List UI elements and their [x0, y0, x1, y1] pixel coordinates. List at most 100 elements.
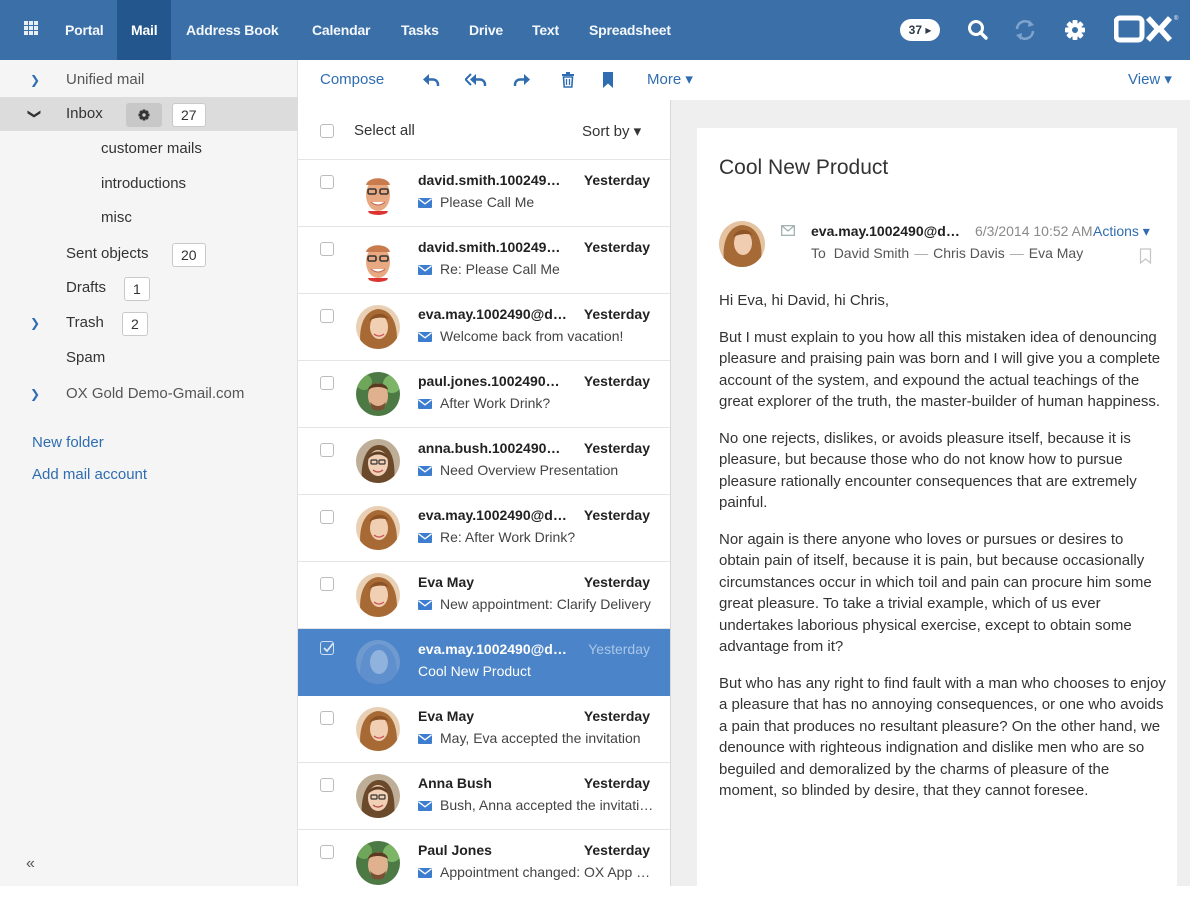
folder-label: Drafts — [66, 279, 107, 296]
svg-text:®: ® — [1174, 15, 1179, 22]
tab-drive[interactable]: Drive — [469, 0, 503, 60]
mail-sender: Paul Jones — [418, 842, 492, 858]
mail-date: Yesterday — [583, 306, 650, 322]
mail-date: Yesterday — [583, 507, 650, 523]
envelope-outline-icon — [781, 225, 795, 236]
chevron-right-icon[interactable]: ❯ — [30, 63, 40, 97]
mail-subject-line: May, Eva accepted the invitation — [418, 730, 654, 746]
row-checkbox[interactable] — [320, 641, 334, 655]
folder-drafts[interactable]: Drafts 1 — [0, 271, 298, 305]
tab-text[interactable]: Text — [532, 0, 559, 60]
mail-subject: After Work Drink? — [440, 395, 551, 411]
row-checkbox[interactable] — [320, 443, 334, 457]
envelope-icon — [418, 399, 432, 409]
folder-spam[interactable]: Spam — [0, 341, 298, 375]
tab-spreadsheet[interactable]: Spreadsheet — [589, 0, 671, 60]
row-checkbox[interactable] — [320, 309, 334, 323]
actions-dropdown[interactable]: Actions ▾ — [1093, 223, 1150, 240]
mail-list-item[interactable]: Anna Bush Yesterday Bush, Anna accepted th… — [298, 763, 670, 830]
chevron-right-icon[interactable]: ❯ — [30, 377, 40, 411]
notification-badge[interactable]: 37 ▸ — [900, 19, 940, 41]
mail-list-item[interactable]: paul.jones.1002490@demo.ox.io Yesterday Af… — [298, 361, 670, 428]
folder-trash[interactable]: ❯ Trash 2 — [0, 306, 298, 340]
mail-sender: Anna Bush — [418, 775, 492, 791]
new-folder-link[interactable]: New folder — [32, 434, 104, 451]
mail-detail-area: Cool New Product eva.may.1002490@demo.ox… — [671, 100, 1190, 908]
mail-list-item[interactable]: Eva May Yesterday May, Eva accepted the in… — [298, 696, 670, 763]
chevron-down-icon[interactable]: ❯ — [17, 109, 51, 120]
mail-list-item[interactable]: Eva May Yesterday New appointment: Clarify… — [298, 562, 670, 629]
mail-date: Yesterday — [583, 775, 650, 791]
row-checkbox[interactable] — [320, 577, 334, 591]
ox-logo: ® — [1114, 15, 1179, 43]
mail-date: Yesterday — [588, 641, 650, 657]
add-mail-account-link[interactable]: Add mail account — [32, 466, 147, 483]
bookmark-flag-icon[interactable] — [601, 71, 615, 89]
mail-subject-line: Appointment changed: OX App Suite — [418, 864, 654, 880]
recipient[interactable]: Eva May — [1029, 245, 1083, 261]
to-label: To — [811, 245, 826, 261]
tab-portal[interactable]: Portal — [65, 0, 104, 60]
folder-label: introductions — [101, 175, 187, 192]
row-checkbox[interactable] — [320, 845, 334, 859]
delete-trash-icon[interactable] — [560, 71, 576, 89]
collapse-sidebar-button[interactable]: « — [26, 855, 35, 873]
mail-subject: Need Overview Presentation — [440, 462, 619, 478]
reply-icon[interactable] — [422, 71, 440, 89]
more-actions-dropdown[interactable]: More ▾ — [647, 60, 693, 100]
select-all-checkbox[interactable] — [320, 124, 334, 138]
view-options-dropdown[interactable]: View ▾ — [1128, 60, 1172, 100]
folder-customer-mails[interactable]: customer mails — [0, 132, 298, 166]
envelope-icon — [418, 198, 432, 208]
mail-list-item[interactable]: david.smith.1002490@demo.ox.io Yesterday R… — [298, 227, 670, 294]
forward-icon[interactable] — [513, 71, 531, 89]
sender-address[interactable]: eva.may.1002490@demo.ox.io — [811, 223, 961, 239]
row-checkbox[interactable] — [320, 711, 334, 725]
folder-gmail-account[interactable]: ❯ OX Gold Demo-Gmail.com — [0, 377, 298, 411]
mail-list-item[interactable]: anna.bush.1002490@demo.ox.io Yesterday Nee… — [298, 428, 670, 495]
chevron-right-icon[interactable]: ❯ — [30, 306, 40, 340]
select-all-label[interactable]: Select all — [354, 122, 415, 139]
row-checkbox[interactable] — [320, 778, 334, 792]
recipient[interactable]: Chris Davis — [933, 245, 1005, 261]
tab-mail[interactable]: Mail — [117, 0, 172, 60]
refresh-icon[interactable] — [1012, 16, 1038, 44]
mail-list-item[interactable]: Paul Jones Yesterday Appointment changed: … — [298, 830, 670, 886]
mail-list-item[interactable]: eva.may.1002490@demo.ox.io Yesterday Re: A… — [298, 495, 670, 562]
mail-date: Yesterday — [583, 708, 650, 724]
row-checkbox[interactable] — [320, 242, 334, 256]
mail-subject: New appointment: Clarify Delivery — [440, 596, 651, 612]
mail-subject-line: Please Call Me — [418, 194, 654, 210]
search-icon[interactable] — [966, 16, 990, 44]
folder-misc[interactable]: misc — [0, 201, 298, 235]
sender-avatar — [356, 841, 400, 885]
folder-options-button[interactable] — [126, 103, 162, 127]
top-navigation-bar: Portal Mail Address Book Calendar Tasks … — [0, 0, 1190, 60]
mail-list-item[interactable]: eva.may.1002490@demo.ox.io Yesterday Welco… — [298, 294, 670, 361]
settings-gear-icon[interactable] — [1062, 16, 1088, 44]
sender-avatar — [719, 221, 765, 267]
tab-calendar[interactable]: Calendar — [312, 0, 371, 60]
tab-address-book[interactable]: Address Book — [186, 0, 279, 60]
recipient-line: To David Smith — Chris Davis — Eva May — [811, 245, 1084, 261]
row-checkbox[interactable] — [320, 376, 334, 390]
mail-list-item[interactable]: david.smith.1002490@demo.ox.io Yesterday P… — [298, 160, 670, 227]
body-paragraph: Hi Eva, hi David, hi Chris, — [719, 292, 890, 309]
folder-sent-objects[interactable]: Sent objects 20 — [0, 237, 298, 271]
row-checkbox[interactable] — [320, 175, 334, 189]
recipient[interactable]: David Smith — [834, 245, 909, 261]
app-launcher-icon[interactable] — [24, 21, 38, 35]
row-checkbox[interactable] — [320, 510, 334, 524]
mail-subject-line: New appointment: Clarify Delivery — [418, 596, 654, 612]
envelope-icon — [418, 533, 432, 543]
bookmark-outline-icon[interactable] — [1139, 248, 1152, 264]
compose-button[interactable]: Compose — [320, 60, 384, 100]
folder-unified-mail[interactable]: ❯ Unified mail — [0, 63, 298, 97]
folder-introductions[interactable]: introductions — [0, 167, 298, 201]
sort-by-dropdown[interactable]: Sort by ▾ — [582, 122, 641, 140]
body-paragraph: But I must explain to you how all this m… — [719, 328, 1161, 411]
mail-list-item[interactable]: eva.may.1002490@demo.ox.io Yesterday Cool … — [298, 629, 670, 696]
tab-tasks[interactable]: Tasks — [401, 0, 439, 60]
reply-all-icon[interactable] — [465, 71, 487, 89]
folder-inbox[interactable]: ❯ Inbox 27 — [0, 97, 298, 131]
